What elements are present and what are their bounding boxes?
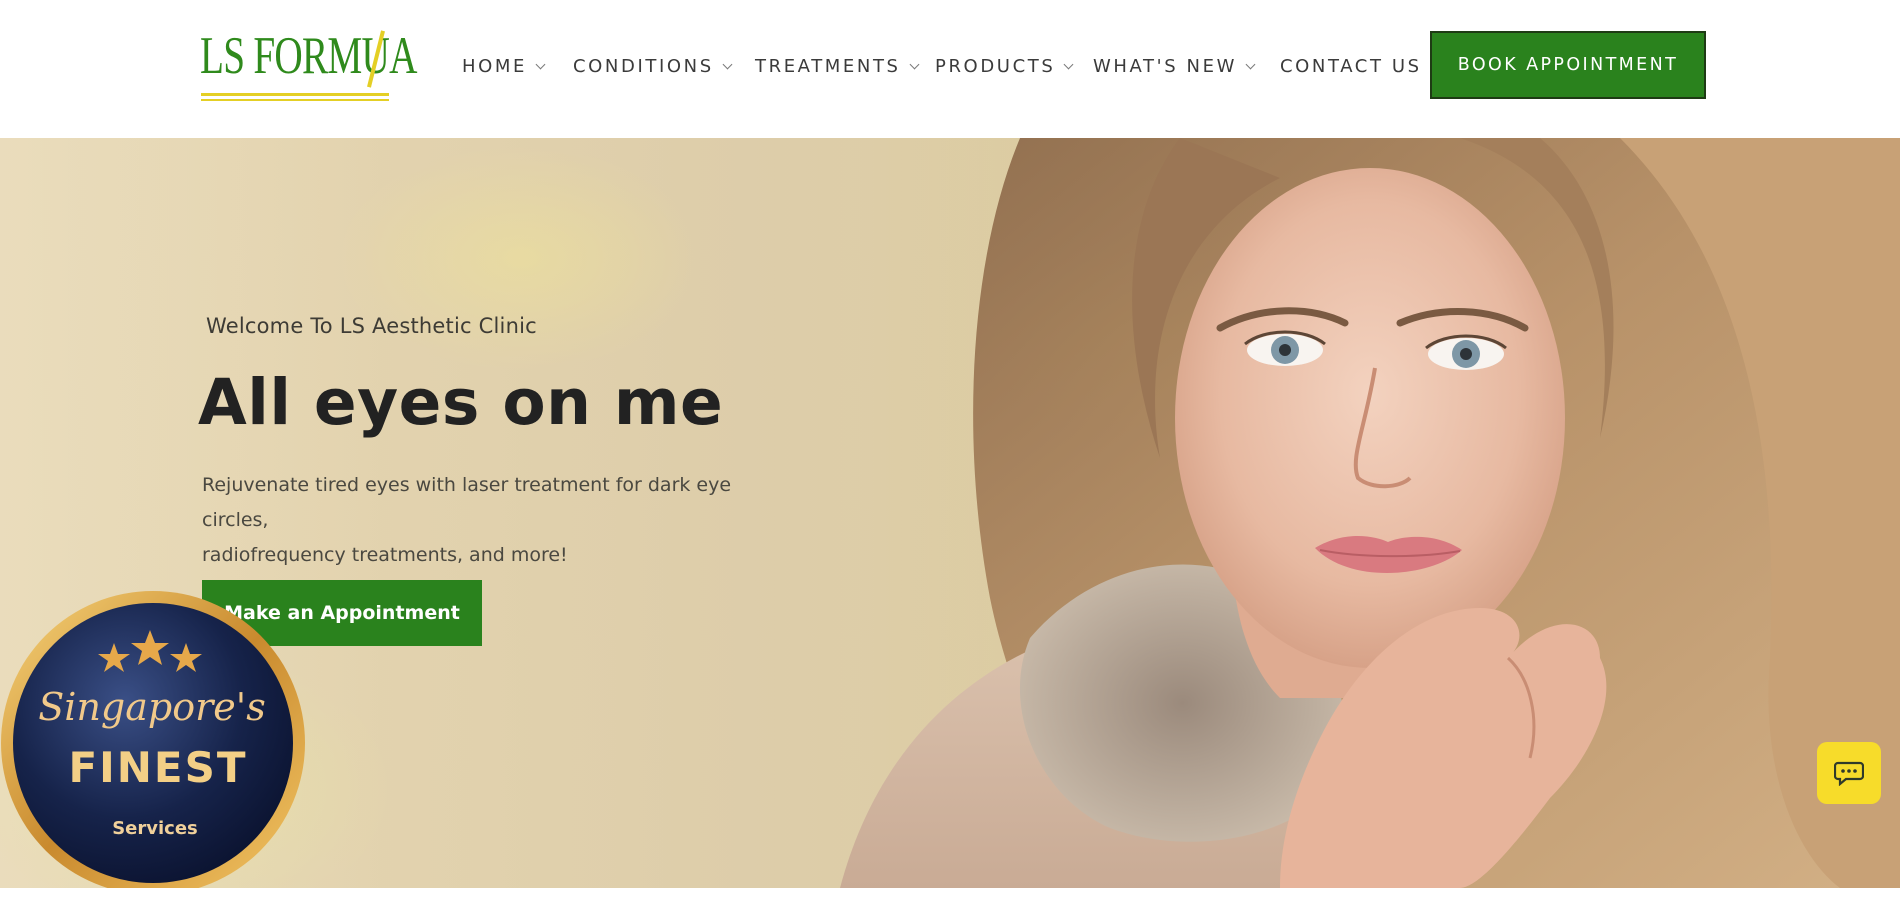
nav-item-products[interactable]: PRODUCTS bbox=[935, 56, 1074, 77]
chevron-down-icon bbox=[722, 59, 733, 69]
nav-item-label: CONDITIONS bbox=[573, 56, 714, 77]
chat-icon bbox=[1834, 761, 1864, 786]
hero-headline: All eyes on me bbox=[198, 366, 724, 439]
nav-item-label: WHAT'S NEW bbox=[1093, 56, 1237, 77]
logo[interactable]: LS FORMUA bbox=[200, 26, 417, 101]
badge-line3: Services bbox=[112, 818, 198, 839]
chat-button[interactable] bbox=[1817, 742, 1881, 804]
nav-item-home[interactable]: HOME bbox=[462, 56, 546, 77]
book-appointment-button[interactable]: BOOK APPOINTMENT bbox=[1430, 31, 1706, 99]
nav-item-label: PRODUCTS bbox=[935, 56, 1056, 77]
nav-item-conditions[interactable]: CONDITIONS bbox=[573, 56, 733, 77]
badge-line1: Singapore's bbox=[38, 685, 265, 729]
nav-item-treatments[interactable]: TREATMENTS bbox=[755, 56, 920, 77]
hero-welcome-text: Welcome To LS Aesthetic Clinic bbox=[206, 314, 537, 338]
logo-underline bbox=[201, 93, 389, 96]
chevron-down-icon bbox=[909, 59, 920, 69]
nav-item-label: TREATMENTS bbox=[755, 56, 901, 77]
footer-strip bbox=[0, 888, 1900, 900]
nav-item-label: HOME bbox=[462, 56, 528, 77]
chevron-down-icon bbox=[1245, 59, 1256, 69]
nav-item-contact-us[interactable]: CONTACT US bbox=[1280, 56, 1422, 77]
hero-subtext-line1: Rejuvenate tired eyes with laser treatme… bbox=[202, 474, 732, 531]
hero-subtext-line2: radiofrequency treatments, and more! bbox=[202, 544, 568, 566]
chevron-down-icon bbox=[535, 59, 546, 69]
hero-subtext: Rejuvenate tired eyes with laser treatme… bbox=[202, 468, 762, 573]
singapores-finest-badge[interactable]: Singapore's FINEST Services bbox=[0, 590, 310, 900]
logo-text: LS FORMUA bbox=[200, 27, 417, 85]
site-header: LS FORMUA HOME CONDITIONS TREATMENTS PRO… bbox=[0, 0, 1900, 138]
hero-portrait-image bbox=[840, 138, 1900, 888]
nav-item-label: CONTACT US bbox=[1280, 56, 1422, 77]
badge-line2: FINEST bbox=[68, 743, 247, 792]
logo-underline-secondary bbox=[201, 99, 389, 101]
chevron-down-icon bbox=[1063, 59, 1074, 69]
nav-item-whats-new[interactable]: WHAT'S NEW bbox=[1093, 56, 1256, 77]
